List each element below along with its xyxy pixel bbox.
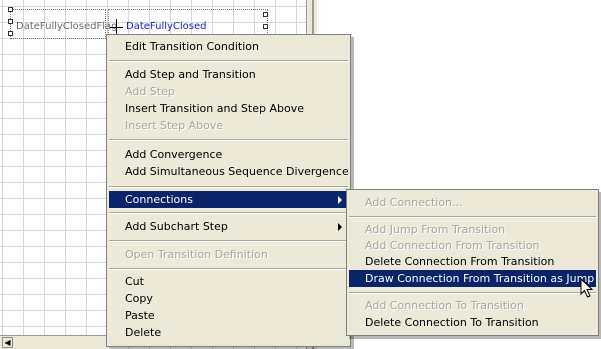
submenu-item-draw-connection-from-transition-as-jump[interactable]: Draw Connection From Transition as Jump: [349, 270, 596, 287]
menu-separator: [109, 186, 348, 188]
menu-item-cut[interactable]: Cut: [109, 273, 348, 290]
transition-bar[interactable]: [110, 27, 123, 28]
menu-separator: [109, 139, 348, 141]
menu-separator: [349, 292, 596, 294]
submenu-item-delete-connection-from-transition[interactable]: Delete Connection From Transition: [349, 253, 596, 270]
submenu-item-add-connection-to-transition: Add Connection To Transition: [365, 299, 524, 312]
menu-item-add-step-and-transition[interactable]: Add Step and Transition: [109, 66, 348, 83]
menu-item-add-subchart-step-label: Add Subchart Step: [125, 220, 228, 233]
horizontal-scrollbar[interactable]: ◀: [0, 335, 107, 349]
menu-item-add-subchart-step[interactable]: Add Subchart Step: [109, 218, 348, 235]
menu-item-open-transition-definition: Open Transition Definition: [125, 248, 268, 261]
menu-separator: [349, 216, 596, 218]
menu-item-connections[interactable]: Connections: [109, 191, 348, 208]
menu-item-edit-transition-condition[interactable]: Edit Transition Condition: [109, 38, 348, 55]
step-label-left: DateFullyClosedFlag: [16, 21, 118, 32]
menu-item-insert-step-above: Insert Step Above: [125, 119, 224, 132]
submenu-item-add-connection-from-transition: Add Connection From Transition: [365, 239, 540, 252]
submenu-item-add-jump-from-transition: Add Jump From Transition: [365, 223, 506, 236]
submenu-item-delete-connection-to-transition[interactable]: Delete Connection To Transition: [349, 314, 596, 331]
menu-item-connections-label: Connections: [125, 193, 193, 206]
submenu-item-add-connection: Add Connection...: [365, 196, 463, 209]
context-menu: Edit Transition Condition Add Step and T…: [106, 34, 351, 347]
menu-separator: [109, 212, 348, 214]
menu-separator: [109, 60, 348, 62]
submenu-arrow-icon: [338, 196, 342, 204]
resize-handle[interactable]: [8, 31, 13, 36]
transition-label: DateFullyClosed: [126, 21, 207, 32]
menu-item-copy[interactable]: Copy: [109, 290, 348, 307]
menu-item-add-step: Add Step: [125, 85, 175, 98]
menu-item-add-convergence[interactable]: Add Convergence: [109, 146, 348, 163]
scroll-left-arrow-icon[interactable]: ◀: [2, 337, 13, 348]
menu-item-paste[interactable]: Paste: [109, 307, 348, 324]
connections-submenu: Add Connection... Add Jump From Transiti…: [346, 189, 599, 336]
menu-item-add-simultaneous-sequence-divergence[interactable]: Add Simultaneous Sequence Divergence: [109, 163, 349, 180]
submenu-arrow-icon: [338, 223, 342, 231]
resize-handle[interactable]: [8, 7, 13, 12]
menu-separator: [109, 240, 348, 242]
menu-item-delete[interactable]: Delete: [109, 324, 348, 341]
resize-handle[interactable]: [263, 12, 268, 17]
menu-item-insert-transition-and-step-above[interactable]: Insert Transition and Step Above: [109, 100, 348, 117]
menu-separator: [109, 268, 348, 270]
resize-handle[interactable]: [263, 24, 268, 29]
mouse-pointer-icon: [580, 278, 594, 298]
resize-handle[interactable]: [8, 19, 13, 24]
